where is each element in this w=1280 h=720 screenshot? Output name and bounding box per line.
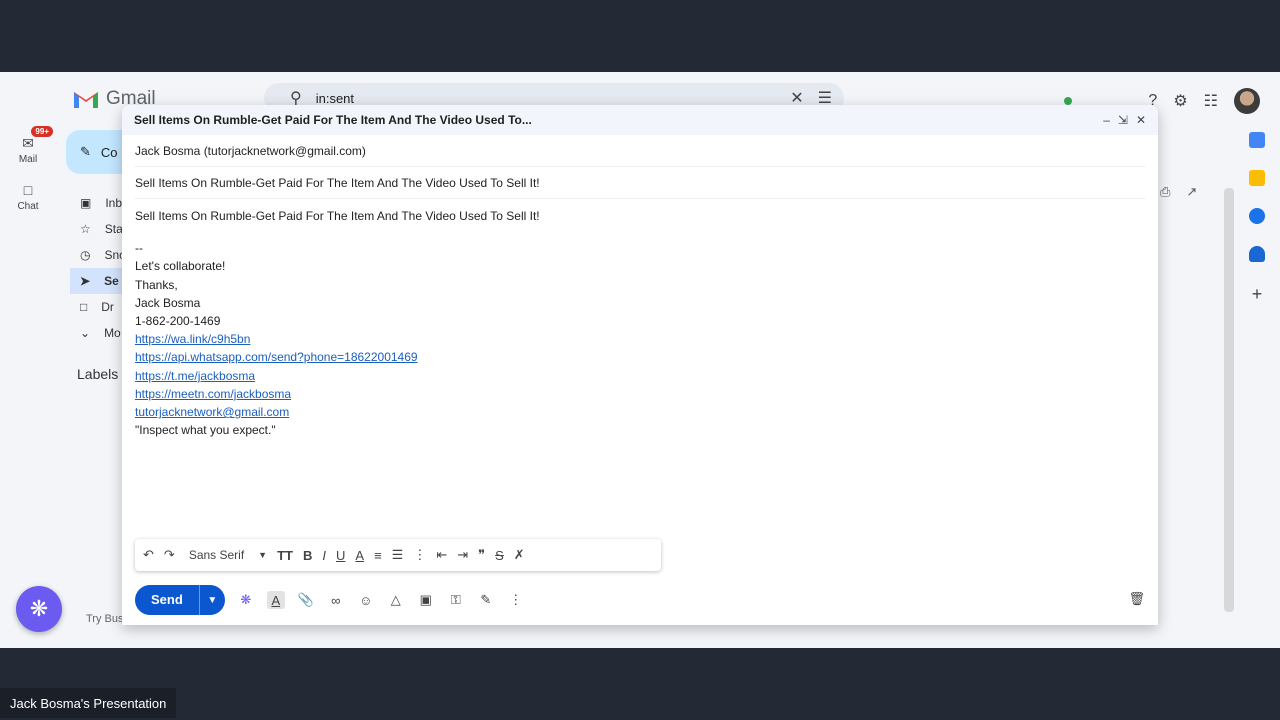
exit-fullscreen-icon[interactable]: ⇲ bbox=[1118, 113, 1128, 127]
apps-grid-icon[interactable]: ☷ bbox=[1204, 91, 1218, 111]
recipient-value: Jack Bosma (tutorjacknetwork@gmail.com) bbox=[135, 143, 366, 158]
undo-icon[interactable]: ↶ bbox=[143, 547, 154, 563]
left-rail: ✉ 99+ Mail □ Chat bbox=[0, 126, 56, 226]
remove-formatting-icon[interactable]: ✗ bbox=[514, 547, 525, 563]
send-button[interactable]: Send ▼ bbox=[135, 585, 225, 615]
mail-view-actions: ⎙ ↗ bbox=[1160, 184, 1197, 200]
recipient-field[interactable]: Jack Bosma (tutorjacknetwork@gmail.com) bbox=[135, 135, 1145, 167]
ai-assist-icon[interactable]: ❋ bbox=[237, 591, 255, 609]
screen-share: Gmail ⚲ in:sent ✕ ☰ ? ⚙ ☷ ✉ 99+ Mail □ Ch… bbox=[0, 72, 1280, 648]
formatting-toolbar: ↶ ↷ Sans Serif ▼ TT B I U A ≡ ☰ ⋮ ⇤ ⇥ ❞ … bbox=[135, 539, 661, 571]
signature-link[interactable]: https://api.whatsapp.com/send?phone=1862… bbox=[135, 350, 418, 364]
signature-line: Jack Bosma bbox=[135, 295, 201, 310]
rail-label: Mail bbox=[18, 154, 38, 165]
align-icon[interactable]: ≡ bbox=[374, 548, 382, 563]
formatting-options-icon[interactable]: A bbox=[266, 591, 285, 609]
compose-button-label: Co bbox=[100, 144, 118, 160]
draft-icon: □ bbox=[80, 300, 88, 314]
font-family-select[interactable]: Sans Serif bbox=[189, 548, 244, 562]
presentation-caption: Jack Bosma's Presentation bbox=[0, 688, 177, 718]
minimize-icon[interactable]: – bbox=[1103, 113, 1110, 127]
chevron-down-icon[interactable]: ▼ bbox=[258, 550, 267, 560]
search-input[interactable]: in:sent bbox=[316, 91, 777, 106]
signature-phone: 1-862-200-1469 bbox=[135, 314, 221, 329]
gear-icon[interactable]: ⚙ bbox=[1173, 91, 1187, 111]
indent-less-icon[interactable]: ⇤ bbox=[436, 547, 447, 563]
nav-label: Se bbox=[104, 274, 119, 288]
bulleted-list-icon[interactable]: ⋮ bbox=[413, 547, 426, 563]
tasks-icon[interactable] bbox=[1249, 208, 1265, 224]
strikethrough-icon[interactable]: S bbox=[495, 548, 504, 563]
signature-line: Thanks, bbox=[135, 277, 178, 292]
contacts-icon[interactable] bbox=[1249, 246, 1265, 262]
gmail-m-icon bbox=[74, 90, 98, 108]
emoji-icon[interactable]: ☺ bbox=[357, 591, 375, 609]
compose-window: Sell Items On Rumble-Get Paid For The It… bbox=[122, 105, 1158, 625]
scrollbar[interactable] bbox=[1224, 188, 1234, 612]
status-dot-icon[interactable] bbox=[1064, 97, 1073, 105]
indent-more-icon[interactable]: ⇥ bbox=[457, 547, 468, 563]
subject-field[interactable]: Sell Items On Rumble-Get Paid For The It… bbox=[135, 167, 1145, 199]
signature-quote: "Inspect what you expect." bbox=[135, 423, 276, 438]
more-options-icon[interactable]: ⋮ bbox=[507, 591, 525, 609]
message-body[interactable]: Sell Items On Rumble-Get Paid For The It… bbox=[122, 199, 1158, 447]
underline-icon[interactable]: U bbox=[336, 548, 345, 563]
nav-label: Inb bbox=[105, 196, 123, 210]
chevron-down-icon: ⌄ bbox=[80, 326, 91, 340]
rail-item-chat[interactable]: □ Chat bbox=[0, 179, 56, 212]
assistant-fab-icon[interactable]: ❋ bbox=[16, 586, 62, 632]
discard-draft-icon[interactable]: 🗑 bbox=[1128, 591, 1145, 607]
chat-icon: □ bbox=[23, 182, 33, 198]
compose-controls: – ⇲ ✕ bbox=[1103, 113, 1146, 127]
signature-separator: -- bbox=[135, 241, 143, 256]
signature-link[interactable]: https://wa.link/c9h5bn bbox=[135, 332, 250, 346]
drive-icon[interactable]: △ bbox=[387, 591, 405, 609]
unread-badge: 99+ bbox=[31, 126, 53, 137]
keep-icon[interactable] bbox=[1249, 170, 1265, 186]
right-side-panel: + bbox=[1234, 132, 1280, 305]
compose-title: Sell Items On Rumble-Get Paid For The It… bbox=[134, 113, 532, 127]
schedule-send-dropdown-icon[interactable]: ▼ bbox=[198, 585, 225, 615]
avatar[interactable] bbox=[1234, 88, 1260, 114]
send-icon: ➤ bbox=[80, 274, 91, 288]
subject-value: Sell Items On Rumble-Get Paid For The It… bbox=[135, 175, 540, 190]
attach-file-icon[interactable]: 📎 bbox=[297, 591, 315, 609]
numbered-list-icon[interactable]: ☰ bbox=[392, 547, 404, 563]
star-icon: ☆ bbox=[80, 222, 91, 236]
labels-heading: Labels bbox=[77, 366, 119, 382]
clock-icon: ◷ bbox=[80, 248, 91, 262]
nav-label: Sta bbox=[104, 222, 123, 236]
confidential-mode-icon[interactable]: ⚿ bbox=[447, 591, 465, 609]
nav-label: Mo bbox=[104, 326, 121, 340]
bold-icon[interactable]: B bbox=[303, 548, 312, 563]
text-size-icon[interactable]: TT bbox=[277, 548, 293, 563]
compose-header: Sell Items On Rumble-Get Paid For The It… bbox=[122, 105, 1158, 135]
pencil-icon: ✎ bbox=[80, 144, 91, 159]
insert-link-icon[interactable]: ∞ bbox=[327, 591, 345, 609]
rail-label: Chat bbox=[17, 201, 39, 212]
inbox-icon: ▣ bbox=[80, 196, 92, 210]
signature-email-link[interactable]: tutorjacknetwork@gmail.com bbox=[135, 405, 289, 419]
calendar-icon[interactable] bbox=[1249, 132, 1265, 148]
add-addon-icon[interactable]: + bbox=[1252, 284, 1263, 305]
body-line: Sell Items On Rumble-Get Paid For The It… bbox=[135, 209, 540, 223]
signature-link[interactable]: https://meetn.com/jackbosma bbox=[135, 387, 291, 401]
italic-icon[interactable]: I bbox=[322, 548, 326, 563]
print-icon[interactable]: ⎙ bbox=[1160, 184, 1170, 200]
text-color-icon[interactable]: A bbox=[355, 548, 364, 563]
open-new-window-icon[interactable]: ↗ bbox=[1186, 184, 1197, 200]
insert-photo-icon[interactable]: ▣ bbox=[417, 591, 435, 609]
close-icon[interactable]: ✕ bbox=[1136, 113, 1146, 127]
mail-icon: ✉ 99+ bbox=[13, 126, 53, 154]
send-button-label: Send bbox=[151, 592, 183, 607]
rail-item-mail[interactable]: ✉ 99+ Mail bbox=[0, 126, 56, 165]
redo-icon[interactable]: ↷ bbox=[164, 547, 175, 563]
signature-icon[interactable]: ✎ bbox=[477, 591, 495, 609]
quote-icon[interactable]: ❞ bbox=[478, 547, 485, 563]
compose-bottom-bar: Send ▼ ❋ A 📎 ∞ ☺ △ ▣ ⚿ ✎ ⋮ 🗑 bbox=[135, 585, 1145, 615]
nav-label: Dr bbox=[101, 300, 114, 314]
signature-line: Let's collaborate! bbox=[135, 259, 226, 274]
signature-link[interactable]: https://t.me/jackbosma bbox=[135, 369, 255, 383]
